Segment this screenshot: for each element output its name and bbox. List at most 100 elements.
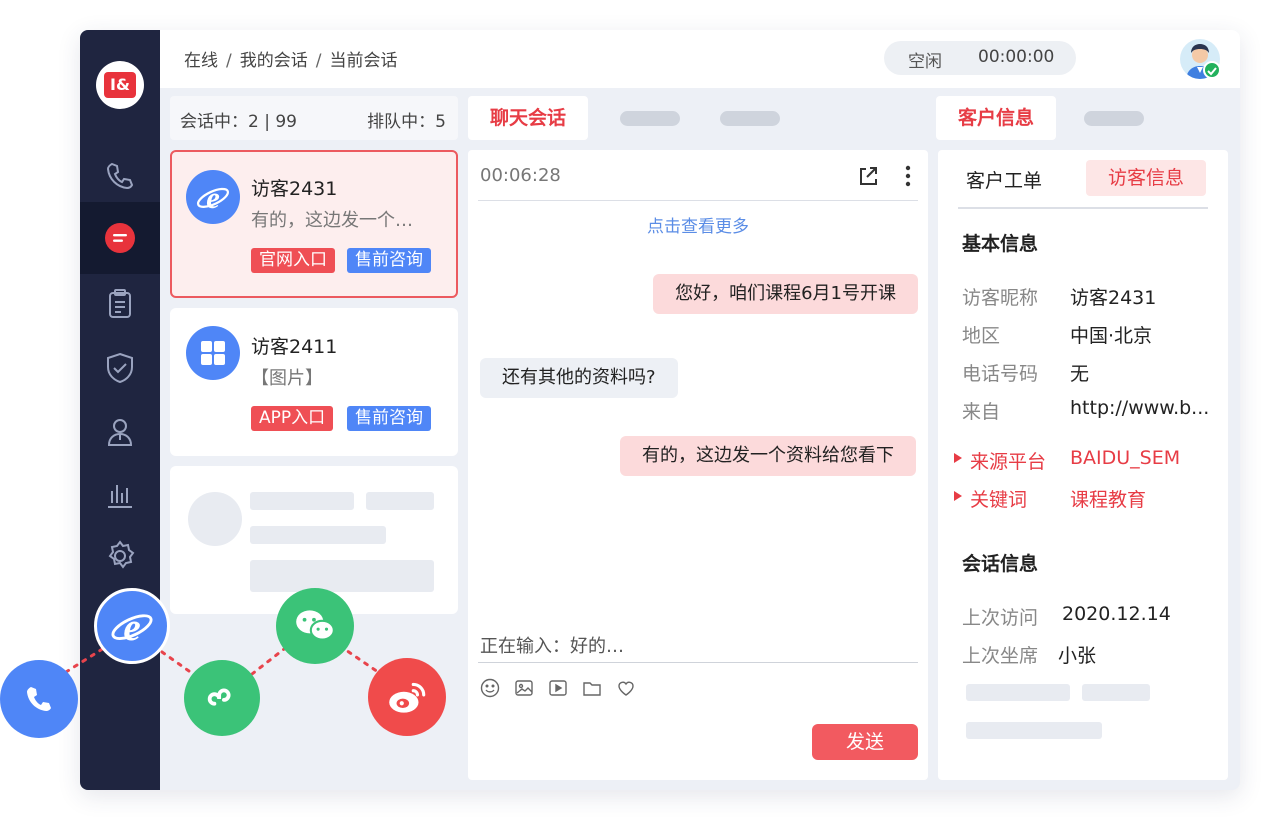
visitor-name: 访客2431 — [251, 178, 338, 200]
customer-info-panel: 客户工单 访客信息 基本信息 访客昵称 访客2431 地区 中国·北京 电话号码… — [938, 150, 1228, 780]
session-card[interactable]: 访客2411 【图片】 APP入口 售前咨询 — [170, 308, 458, 456]
visitor-name: 访客2411 — [251, 336, 338, 358]
folder-icon[interactable] — [582, 678, 602, 698]
skeleton-block — [250, 560, 434, 592]
field-label: 地区 — [962, 325, 1001, 347]
top-bar: 在线 / 我的会话 / 当前会话 空闲 00:00:00 — [160, 30, 1240, 88]
message-bubble-agent: 您好，咱们课程6月1号开课 — [653, 274, 918, 314]
chat-icon — [105, 223, 135, 253]
field-value: 小张 — [1058, 645, 1097, 667]
nav-item-users[interactable] — [80, 400, 160, 464]
ie-icon: e — [186, 170, 240, 224]
nav-item-settings[interactable] — [80, 524, 160, 588]
heart-icon[interactable] — [616, 678, 636, 698]
tab-customer-ticket[interactable]: 客户工单 — [966, 166, 1042, 193]
more-icon[interactable] — [898, 164, 918, 188]
chat-timer: 00:06:28 — [480, 165, 561, 186]
emoji-icon[interactable] — [480, 678, 500, 698]
session-counts: 会话中：2 | 99 排队中：5 — [170, 96, 458, 140]
nav-item-phone[interactable] — [80, 144, 160, 208]
sidebar-nav: I& — [80, 30, 160, 790]
shield-icon — [107, 352, 133, 384]
channel-web[interactable]: e — [94, 588, 170, 664]
app-window: I& 在线 / 我的会话 / 当前会话 空闲 00:00:00 会话中：2 | … — [80, 30, 1240, 790]
in-session-count: 会话中：2 | 99 — [180, 112, 297, 132]
field-label: 访客昵称 — [962, 287, 1039, 309]
breadcrumb-online[interactable]: 在线 — [184, 51, 218, 71]
skeleton-line — [250, 492, 354, 510]
nav-item-stats[interactable] — [80, 462, 160, 526]
topic-tag: 售前咨询 — [347, 406, 431, 431]
brand-logo-mark: I& — [104, 72, 136, 98]
tab-placeholder — [620, 111, 680, 126]
channel-tag: APP入口 — [251, 406, 334, 431]
section-title-basic: 基本信息 — [962, 233, 1039, 255]
clipboard-icon — [109, 289, 131, 318]
nav-item-chat[interactable] — [80, 202, 160, 274]
field-label: 电话号码 — [962, 363, 1039, 385]
image-icon[interactable] — [514, 678, 534, 698]
tab-placeholder — [720, 111, 780, 126]
svg-text:e: e — [206, 181, 220, 215]
session-card-active[interactable]: e 访客2431 有的，这边发一个… 官网入口 售前咨询 — [170, 150, 458, 298]
field-label: 来自 — [962, 401, 1001, 423]
skeleton-line — [250, 526, 386, 544]
skeleton-line — [366, 492, 434, 510]
channel-phone[interactable] — [0, 660, 78, 738]
triangle-icon — [954, 491, 962, 501]
field-label: 上次访问 — [962, 607, 1039, 629]
phone-icon — [106, 162, 134, 190]
chat-panel: 00:06:28 点击查看更多 您好，咱们课程6月1号开课 还有其他的资料吗? … — [468, 150, 928, 780]
field-value: 访客2431 — [1070, 287, 1157, 309]
last-message: 【图片】 — [251, 368, 323, 389]
load-more-link[interactable]: 点击查看更多 — [468, 212, 928, 237]
typing-indicator[interactable]: 正在输入：好的… — [480, 632, 624, 658]
nav-item-tickets[interactable] — [80, 272, 160, 336]
status-timer: 00:00:00 — [978, 47, 1055, 67]
field-label: 关键词 — [970, 489, 1028, 511]
channel-mini-program[interactable] — [184, 660, 260, 736]
field-label: 来源平台 — [970, 451, 1047, 473]
channel-wechat[interactable] — [276, 588, 354, 664]
queue-count: 排队中：5 — [367, 112, 446, 132]
agent-status: 空闲 — [908, 52, 942, 72]
field-label: 上次坐席 — [962, 645, 1039, 667]
user-icon — [107, 419, 133, 446]
source-url[interactable]: http://www.b... — [1070, 397, 1209, 419]
online-badge-icon — [1203, 61, 1221, 79]
breadcrumb-my-sessions[interactable]: 我的会话 — [240, 51, 308, 71]
breadcrumb: 在线 / 我的会话 / 当前会话 — [184, 51, 398, 71]
field-value: 无 — [1070, 363, 1090, 385]
field-value: 课程教育 — [1070, 489, 1147, 511]
ie-icon: e — [111, 606, 153, 649]
app-grid-icon — [186, 326, 240, 380]
skeleton-avatar — [188, 492, 242, 546]
nav-item-security[interactable] — [80, 336, 160, 400]
share-icon[interactable] — [856, 164, 880, 188]
channel-weibo[interactable] — [368, 658, 446, 736]
tab-placeholder — [1084, 111, 1144, 126]
topic-tag: 售前咨询 — [347, 248, 431, 273]
divider — [958, 207, 1208, 209]
breadcrumb-current: 当前会话 — [329, 51, 398, 71]
tab-customer-info[interactable]: 客户信息 — [936, 96, 1056, 140]
send-button[interactable]: 发送 — [812, 724, 918, 760]
tab-chat[interactable]: 聊天会话 — [468, 96, 588, 140]
skeleton-line — [966, 722, 1102, 739]
channel-tag: 官网入口 — [251, 248, 335, 273]
stats-icon — [108, 485, 132, 508]
svg-text:e: e — [123, 606, 140, 649]
brand-logo[interactable]: I& — [96, 61, 144, 109]
gear-icon — [108, 540, 135, 569]
field-value: BAIDU_SEM — [1070, 447, 1181, 469]
video-icon[interactable] — [548, 678, 568, 698]
divider — [478, 662, 918, 663]
tab-visitor-info[interactable]: 访客信息 — [1086, 160, 1206, 196]
agent-status-pill[interactable]: 空闲 00:00:00 — [884, 41, 1076, 75]
weibo-icon — [389, 682, 426, 713]
triangle-icon — [954, 453, 962, 463]
divider — [478, 200, 918, 201]
last-message: 有的，这边发一个… — [251, 210, 413, 231]
field-value: 中国·北京 — [1070, 325, 1153, 347]
message-bubble-agent: 有的，这边发一个资料给您看下 — [620, 436, 916, 476]
